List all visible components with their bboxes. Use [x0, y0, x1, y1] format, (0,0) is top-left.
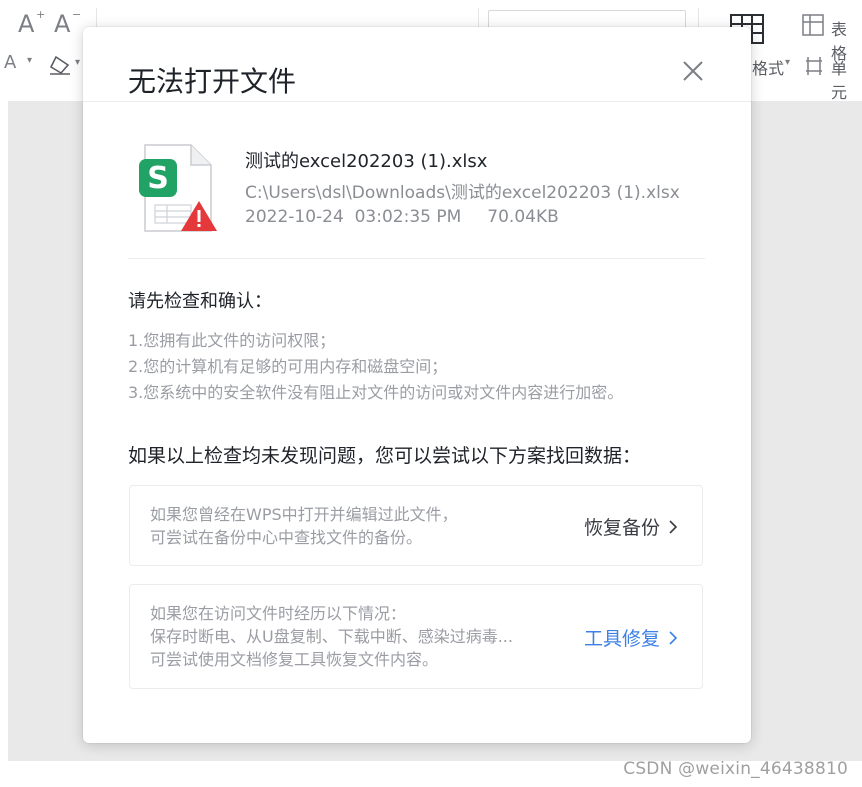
check-item: 3.您系统中的安全软件没有阻止对文件的访问或对文件内容进行加密。 — [128, 383, 624, 402]
corrupted-spreadsheet-file-icon: S — [139, 144, 217, 232]
table-style-icon[interactable] — [802, 14, 824, 36]
font-color-dropdown-icon[interactable]: ▾ — [27, 55, 32, 66]
check-item: 1.您拥有此文件的访问权限； — [128, 331, 336, 350]
card-description: 如果您在访问文件时经历以下情况： 保存时断电、从U盘复制、下载中断、感染过病毒.… — [150, 602, 513, 671]
chevron-right-icon — [669, 630, 678, 645]
format-dropdown-icon[interactable]: ▾ — [785, 57, 790, 68]
backup-recovery-card[interactable]: 如果您曾经在WPS中打开并编辑过此文件， 可尝试在备份中心中查找文件的备份。 恢… — [129, 485, 703, 566]
file-type-letter: S — [147, 161, 169, 196]
watermark: CSDN @weixin_46438810 — [623, 759, 848, 779]
card-desc-line: 可尝试使用文档修复工具恢复文件内容。 — [150, 650, 439, 669]
tool-repair-button[interactable]: 工具修复 — [584, 624, 678, 651]
section-divider — [128, 258, 705, 259]
font-increase-button[interactable]: A — [18, 10, 34, 38]
close-icon[interactable] — [679, 57, 707, 85]
restore-backup-button[interactable]: 恢复备份 — [584, 513, 678, 540]
tool-repair-label: 工具修复 — [583, 628, 660, 650]
restore-backup-label: 恢复备份 — [583, 517, 660, 539]
card-desc-line: 如果您曾经在WPS中打开并编辑过此文件， — [150, 505, 458, 524]
check-list: 1.您拥有此文件的访问权限； 2.您的计算机有足够的可用内存和磁盘空间； 3.您… — [128, 328, 623, 406]
card-desc-line: 保存时断电、从U盘复制、下载中断、感染过病毒... — [150, 627, 513, 646]
dialog-title: 无法打开文件 — [128, 65, 297, 98]
card-desc-line: 如果您在访问文件时经历以下情况： — [150, 604, 407, 623]
title-divider — [83, 101, 751, 102]
check-title: 请先检查和确认： — [128, 291, 272, 312]
open-file-error-dialog: 无法打开文件 S 测试的excel202203 (1).xlsx C:\User… — [83, 27, 751, 743]
file-size: 70.04KB — [487, 207, 559, 227]
tool-repair-card[interactable]: 如果您在访问文件时经历以下情况： 保存时断电、从U盘复制、下载中断、感染过病毒.… — [129, 584, 703, 689]
format-label[interactable]: 格式 — [752, 55, 784, 79]
cell-resize-icon[interactable] — [802, 55, 826, 77]
file-name: 测试的excel202203 (1).xlsx — [245, 151, 488, 172]
chevron-right-icon — [669, 519, 678, 534]
minus-superscript-icon: − — [72, 8, 82, 21]
check-item: 2.您的计算机有足够的可用内存和磁盘空间； — [128, 357, 448, 376]
eraser-icon[interactable] — [48, 55, 72, 75]
file-path: C:\Users\dsl\Downloads\测试的excel202203 (1… — [245, 183, 680, 203]
card-description: 如果您曾经在WPS中打开并编辑过此文件， 可尝试在备份中心中查找文件的备份。 — [150, 503, 458, 549]
card-desc-line: 可尝试在备份中心中查找文件的备份。 — [150, 528, 423, 547]
file-datetime: 2022-10-24 03:02:35 PM — [245, 207, 462, 227]
file-meta: 2022-10-24 03:02:35 PM 70.04KB — [245, 207, 559, 227]
font-color-button[interactable]: A — [4, 52, 16, 73]
plus-superscript-icon: + — [36, 8, 46, 21]
font-decrease-button[interactable]: A — [54, 10, 70, 38]
recovery-title: 如果以上检查均未发现问题，您可以尝试以下方案找回数据： — [128, 445, 642, 467]
eraser-dropdown-icon[interactable]: ▾ — [75, 57, 80, 68]
cell-label[interactable]: 单元 — [831, 55, 862, 103]
